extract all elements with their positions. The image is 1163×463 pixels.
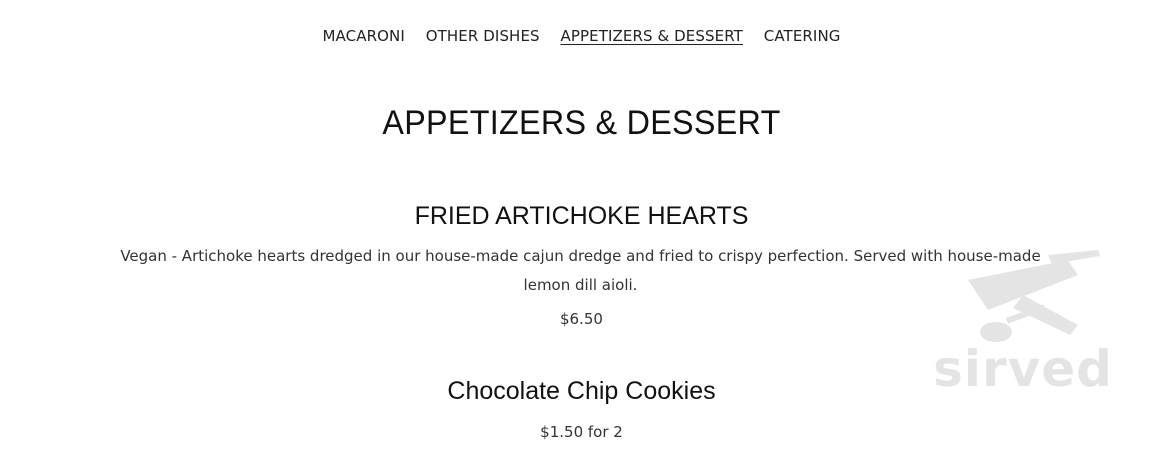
menu-item-description: Vegan - Artichoke hearts dredged in our … xyxy=(120,247,1041,294)
watermark-text: sirved xyxy=(933,340,1113,398)
nav-item-other-dishes[interactable]: OTHER DISHES xyxy=(426,27,540,45)
nav-item-appetizers-dessert[interactable]: APPETIZERS & DESSERT xyxy=(561,27,743,45)
utensils-icon xyxy=(968,250,1100,342)
page-title: APPETIZERS & DESSERT xyxy=(382,104,781,142)
menu-item-title: FRIED ARTICHOKE HEARTS xyxy=(414,202,749,230)
nav-item-catering[interactable]: CATERING xyxy=(764,27,841,45)
sirved-watermark: sirved xyxy=(928,240,1118,405)
menu-item-price: $1.50 for 2 xyxy=(540,423,623,441)
main-nav: MACARONI OTHER DISHES APPETIZERS & DESSE… xyxy=(0,27,1163,45)
nav-item-macaroni[interactable]: MACARONI xyxy=(323,27,405,45)
